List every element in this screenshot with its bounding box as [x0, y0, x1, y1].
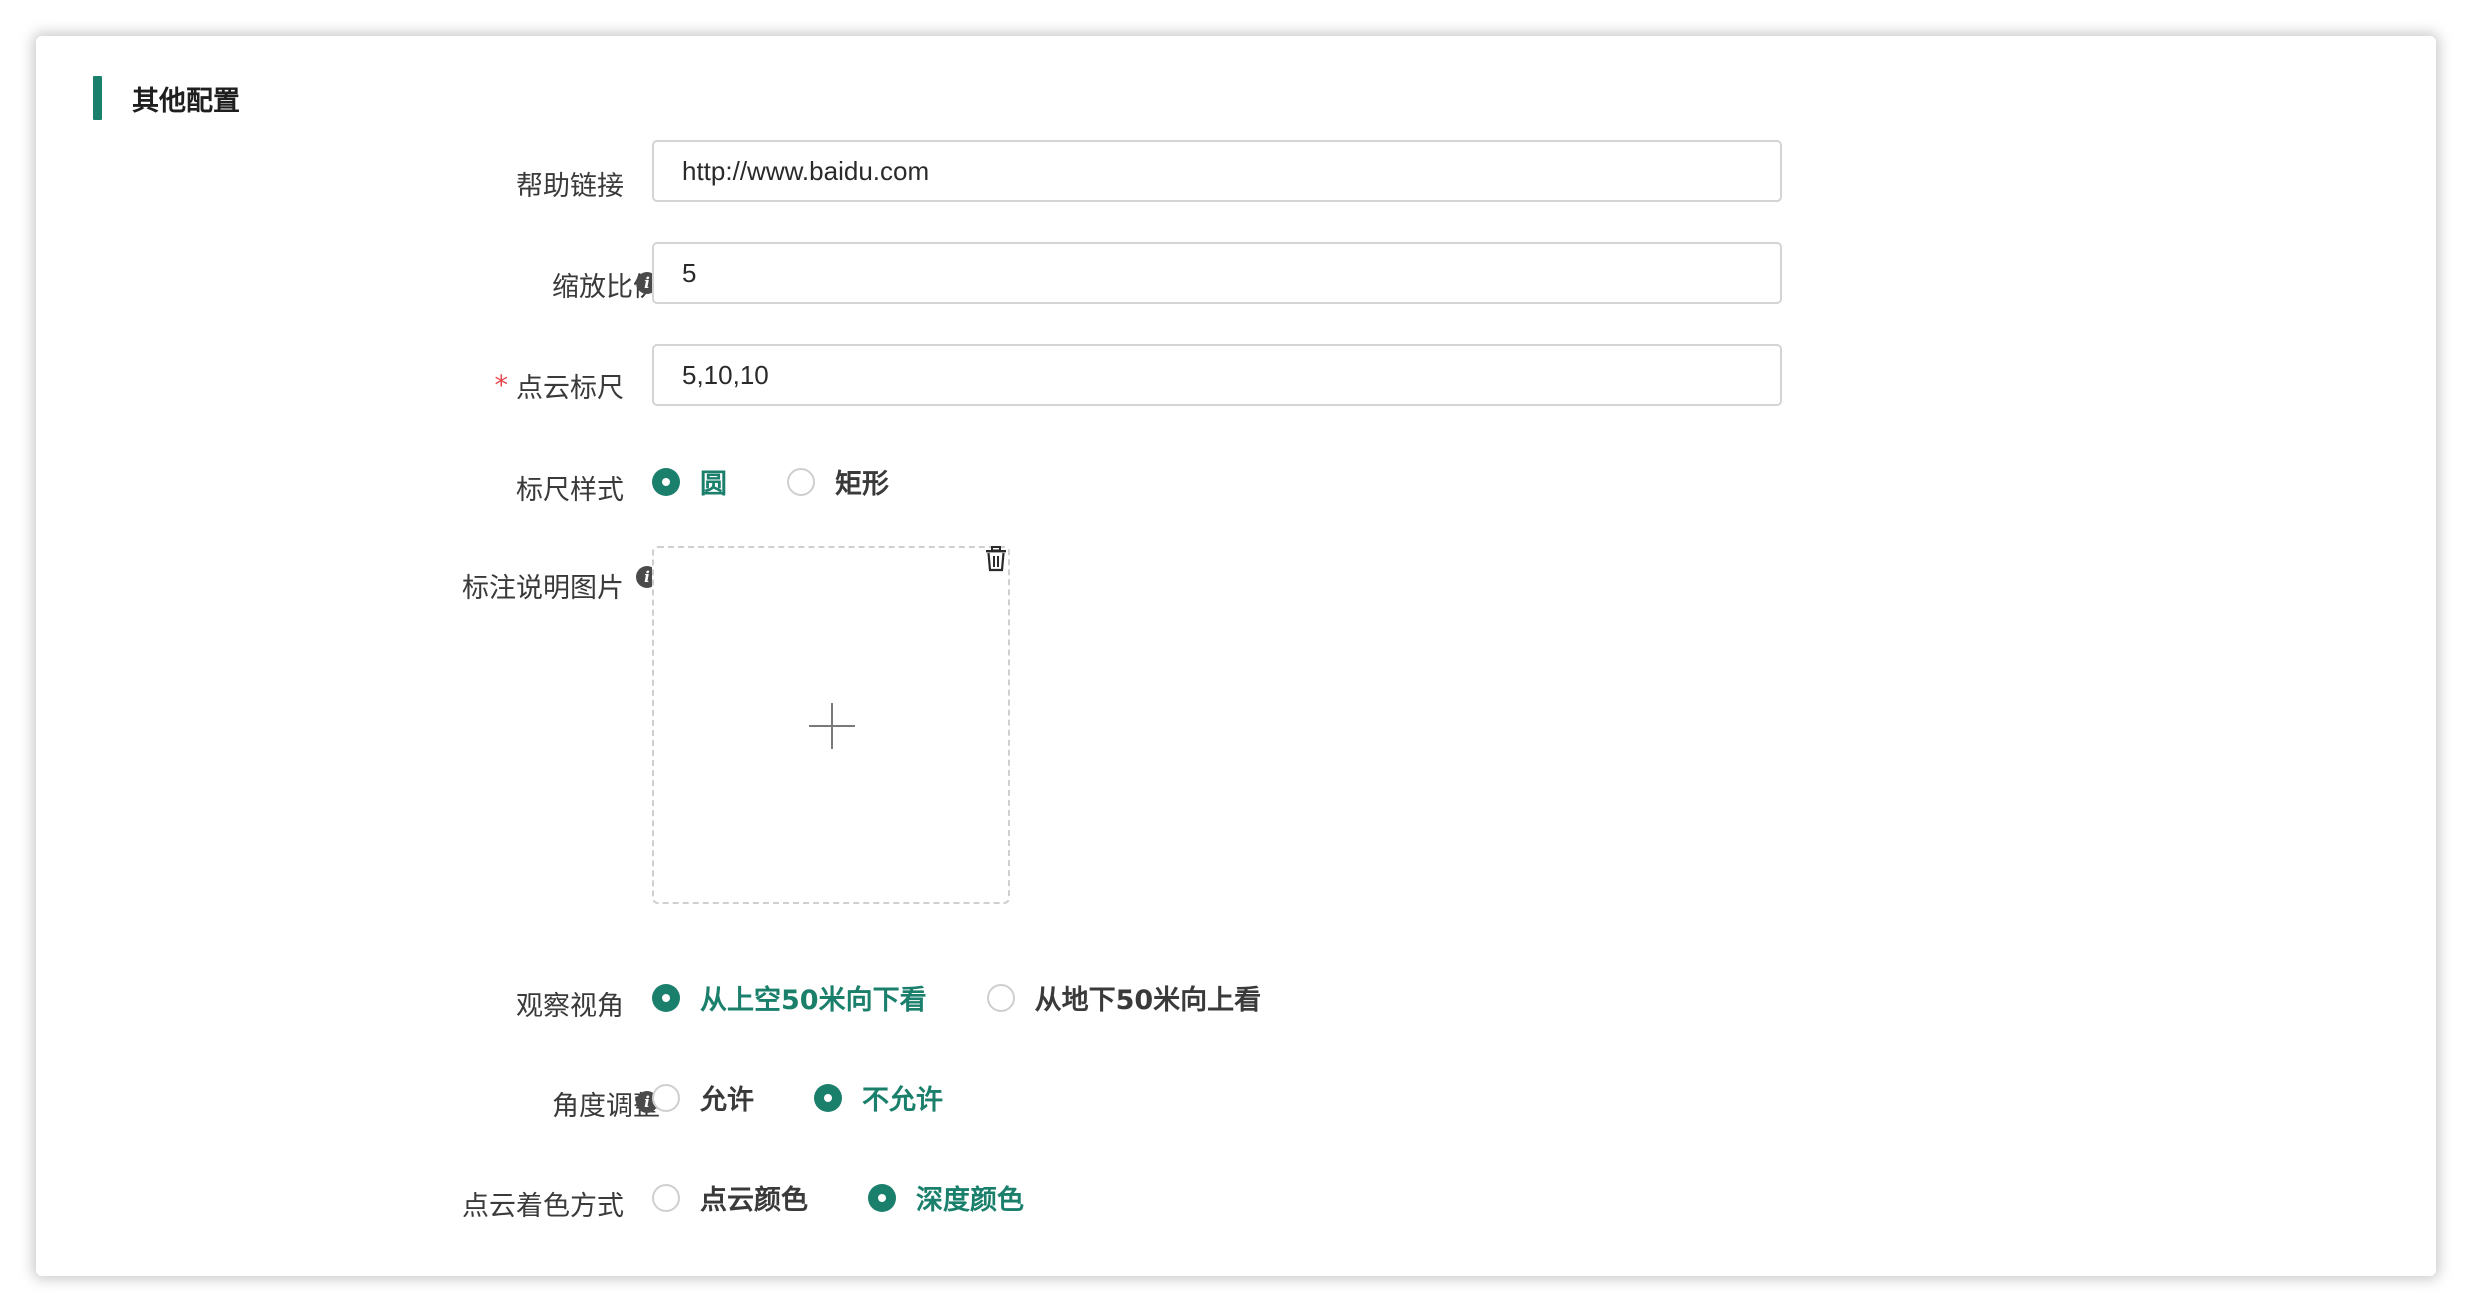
coloring-mode-option-depth-color[interactable]: 深度颜色: [868, 1178, 1024, 1217]
ruler-style-radio-group: 圆 矩形: [652, 462, 949, 501]
radio-label: 不允许: [862, 1085, 943, 1116]
radio-unchecked-icon: [787, 467, 815, 496]
annotation-image-label: 标注说明图片: [462, 573, 624, 604]
view-angle-radio-group: 从上空50米向下看 从地下50米向上看: [652, 978, 1321, 1017]
angle-adjust-option-allow[interactable]: 允许: [652, 1078, 754, 1117]
radio-unchecked-icon: [652, 1183, 680, 1212]
radio-label: 矩形: [835, 469, 889, 500]
radio-checked-icon: [652, 467, 680, 496]
trash-icon[interactable]: [984, 546, 1008, 572]
radio-checked-icon: [814, 1083, 842, 1112]
point-cloud-ruler-label-wrap: * 点云标尺: [495, 366, 625, 405]
point-cloud-ruler-input[interactable]: [652, 344, 1782, 406]
coloring-mode-label-wrap: 点云着色方式: [462, 1184, 624, 1223]
section-title: 其他配置: [132, 85, 240, 117]
view-angle-label: 观察视角: [516, 991, 624, 1022]
view-angle-label-wrap: 观察视角: [516, 984, 624, 1023]
help-link-input[interactable]: [652, 140, 1782, 202]
radio-label: 深度颜色: [916, 1185, 1024, 1216]
ruler-style-option-circle[interactable]: 圆: [652, 462, 727, 501]
radio-checked-icon: [868, 1183, 896, 1212]
coloring-mode-label: 点云着色方式: [462, 1191, 624, 1222]
radio-unchecked-icon: [986, 983, 1015, 1012]
angle-adjust-radio-group: 允许 不允许: [652, 1078, 1003, 1117]
plus-icon: [809, 703, 855, 749]
radio-label: 允许: [700, 1085, 754, 1116]
radio-checked-icon: [652, 983, 680, 1012]
view-angle-option-from-above[interactable]: 从上空50米向下看: [652, 978, 927, 1017]
coloring-mode-radio-group: 点云颜色 深度颜色: [652, 1178, 1084, 1217]
radio-label: 从地下50米向上看: [1034, 985, 1262, 1016]
ruler-style-label: 标尺样式: [516, 475, 624, 506]
scale-ratio-input[interactable]: [652, 242, 1782, 304]
radio-unchecked-icon: [652, 1083, 680, 1112]
help-link-label: 帮助链接: [516, 171, 624, 202]
help-link-label-wrap: 帮助链接: [516, 164, 624, 203]
point-cloud-ruler-label: 点云标尺: [516, 373, 624, 404]
image-upload-box[interactable]: [652, 546, 1010, 904]
settings-card: 其他配置 帮助链接 缩放比例 i * 点云标尺 标尺样式 圆 矩形 标注说明图片…: [36, 36, 2436, 1276]
section-accent-bar: [93, 76, 102, 120]
ruler-style-label-wrap: 标尺样式: [516, 468, 624, 507]
radio-label: 圆: [700, 469, 727, 500]
ruler-style-option-rectangle[interactable]: 矩形: [787, 462, 889, 501]
coloring-mode-option-point-cloud-color[interactable]: 点云颜色: [652, 1178, 808, 1217]
radio-label: 点云颜色: [700, 1185, 808, 1216]
annotation-image-label-wrap: 标注说明图片: [462, 566, 624, 605]
view-angle-option-from-below[interactable]: 从地下50米向上看: [986, 978, 1262, 1017]
required-asterisk: *: [494, 370, 509, 401]
section-header: 其他配置: [93, 76, 240, 120]
angle-adjust-option-disallow[interactable]: 不允许: [814, 1078, 943, 1117]
radio-label: 从上空50米向下看: [700, 985, 927, 1016]
